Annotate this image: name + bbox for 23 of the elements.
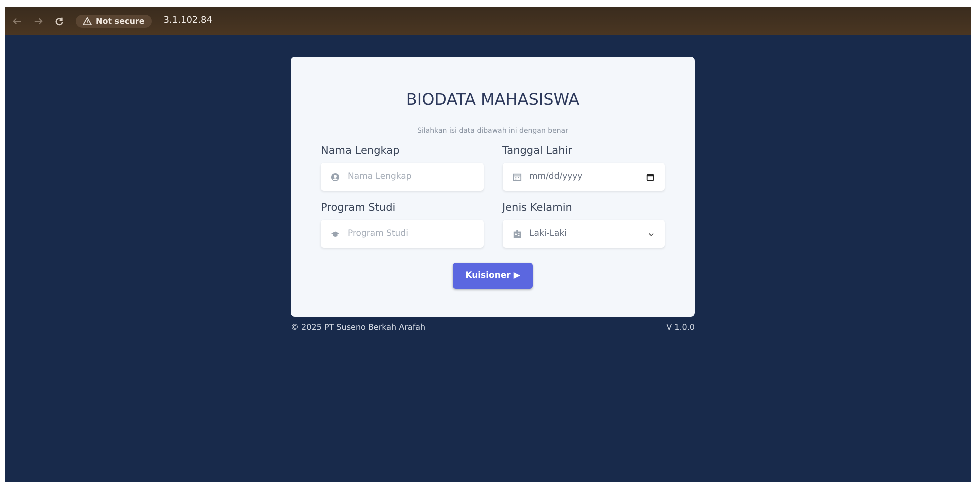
copyright-text: © 2025 PT Suseno Berkah Arafah	[291, 323, 426, 332]
date-field[interactable]: mm/dd/yyyy	[502, 163, 665, 191]
gender-select[interactable]: Laki-Laki	[502, 220, 665, 248]
forward-icon[interactable]	[34, 16, 43, 26]
calendar-icon	[512, 172, 522, 182]
calendar-icon[interactable]	[646, 172, 655, 182]
security-chip[interactable]: Not secure	[76, 14, 152, 28]
security-label: Not secure	[96, 16, 145, 26]
field-label: Program Studi	[321, 202, 397, 214]
field-label: Jenis Kelamin	[502, 202, 574, 214]
form-title: BIODATA MAHASISWA	[406, 90, 580, 109]
address-text[interactable]: 3.1.102.84	[164, 16, 212, 26]
back-icon[interactable]	[13, 16, 22, 26]
submit-button[interactable]: Kuisioner ▶	[452, 263, 534, 289]
version-text: V 1.0.0	[666, 323, 695, 332]
input-field[interactable]: Nama Lengkap	[321, 163, 484, 191]
id-card-icon	[512, 230, 522, 238]
input-field[interactable]: Program Studi	[321, 220, 484, 248]
field-label: Tanggal Lahir	[502, 145, 574, 157]
field-label: Nama Lengkap	[321, 145, 401, 157]
chevron-down-icon	[648, 230, 655, 238]
warning-icon	[83, 16, 92, 26]
reload-icon[interactable]	[55, 16, 64, 26]
